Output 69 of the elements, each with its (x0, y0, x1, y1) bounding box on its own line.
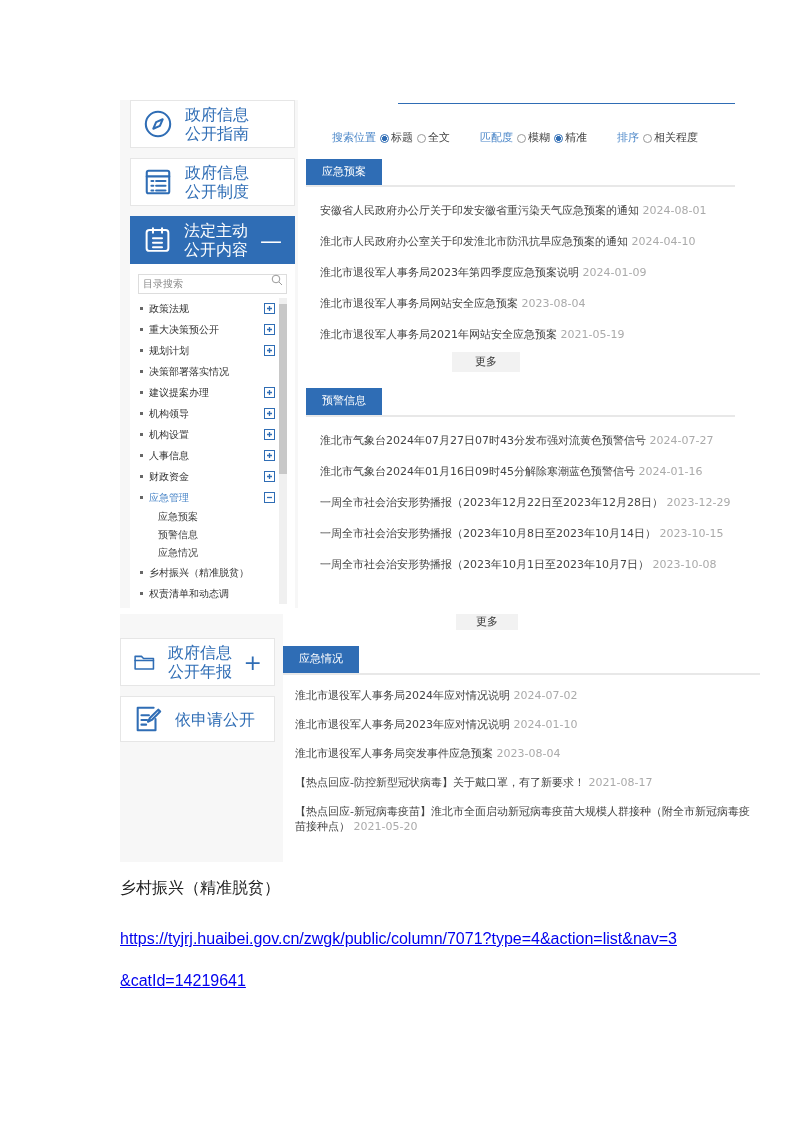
more-button[interactable]: 更多 (455, 614, 518, 630)
radio-option[interactable]: 相关程度 (643, 130, 698, 147)
tree-item[interactable]: 应急管理 (149, 490, 258, 505)
list-item-link[interactable]: 安徽省人民政府办公厅关于印发安徽省重污染天气应急预案的通知 2024-08-01 (320, 195, 735, 226)
filter-label: 排序 (617, 130, 639, 146)
sidebar-card[interactable]: 政府信息 公开制度 (130, 158, 295, 206)
toggle-sign[interactable]: + (243, 645, 262, 679)
search-field[interactable]: 目录搜索 (138, 273, 287, 294)
list-item-link[interactable]: 淮北市退役军人事务局2021年网站安全应急预案 2021-05-19 (320, 319, 735, 350)
section-tab[interactable]: 应急预案 (306, 158, 382, 185)
tree-item[interactable]: 规划计划 (149, 343, 258, 358)
filter-label: 匹配度 (480, 130, 513, 146)
compass-icon (143, 109, 173, 139)
section-tab[interactable]: 预警信息 (306, 388, 382, 415)
radio-option[interactable]: 标题 (380, 130, 413, 147)
sidebar-card[interactable]: 政府信息 公开指南 (130, 100, 295, 148)
list-item-link[interactable]: 【热点回应-防控新型冠状病毒】关于戴口罩，有了新要求！ 2021-08-17 (295, 767, 754, 797)
list-item-link[interactable]: 淮北市气象台2024年01月16日09时45分解除寒潮蓝色预警信号 2024-01-16 (320, 455, 735, 487)
list-item-link[interactable]: 淮北市人民政府办公室关于印发淮北市防汛抗旱应急预案的通知 2024-04-10 (320, 226, 735, 257)
tree-item[interactable]: 建议提案办理 (149, 385, 258, 400)
list-item-link[interactable]: 淮北市退役军人事务局2024年应对情况说明 2024-07-02 (295, 680, 754, 710)
card-title: 政府信息 公开指南 (185, 105, 250, 143)
tree-item[interactable]: 机构设置 (149, 427, 258, 442)
tree-item[interactable]: 重大决策预公开 (149, 322, 258, 337)
url-link[interactable]: https://tyjrj.huaibei.gov.cn/zwgk/public/column/7071?type=4&action=list&nav=3&catId=14219641 (120, 918, 680, 1002)
list-item-link[interactable]: 一周全市社会治安形势播报（2023年12月22日至2023年12月28日） 2023-12-29 (320, 486, 735, 518)
tree-item[interactable]: 权责清单和动态调 (149, 586, 275, 601)
card-title: 政府信息 公开年报 (167, 643, 232, 681)
clipboard-icon (143, 225, 172, 255)
expand-icon[interactable] (264, 471, 275, 482)
tree-subitem[interactable]: 应急情况 (138, 544, 275, 562)
list-item-link[interactable]: 淮北市退役军人事务局突发事件应急预案 2023-08-04 (295, 738, 754, 768)
card-title: 政府信息 公开制度 (185, 163, 250, 201)
card-title: 依申请公开 (175, 709, 256, 729)
list-item-link[interactable]: 淮北市气象台2024年07月27日07时43分发布强对流黄色预警信号 2024-07-27 (320, 424, 735, 456)
list-item-link[interactable]: 一周全市社会治安形势播报（2023年10月1日至2023年10月7日） 2023-10-08 (320, 548, 735, 580)
card-title: 法定主动 公开内容 (184, 221, 248, 259)
list-icon (143, 167, 173, 197)
document-heading: 乡村振兴（精准脱贫） (120, 878, 281, 898)
tree-subitem[interactable]: 预警信息 (138, 526, 275, 544)
tree-item[interactable]: 人事信息 (149, 448, 258, 463)
expand-icon[interactable] (264, 345, 275, 356)
tree-subitem[interactable]: 应急预案 (138, 508, 275, 526)
radio-option[interactable]: 模糊 (517, 130, 550, 147)
radio-option[interactable]: 精准 (554, 130, 587, 147)
list-item-link[interactable]: 【热点回应-新冠病毒疫苗】淮北市全面启动新冠病毒疫苗大规模人群接种（附全市新冠病毒疫苗接种点） 2021-05-20 (295, 796, 754, 841)
tree-item[interactable]: 乡村振兴（精准脱贫） (149, 565, 275, 580)
expand-icon[interactable] (264, 429, 275, 440)
sidebar-card[interactable]: 依申请公开 (120, 696, 275, 742)
expand-icon[interactable] (264, 303, 275, 314)
tree-item[interactable]: 政策法规 (149, 301, 258, 316)
tree-item[interactable]: 财政资金 (149, 469, 258, 484)
section-tab[interactable]: 应急情况 (283, 646, 359, 673)
expand-icon[interactable] (264, 387, 275, 398)
list-item-link[interactable]: 淮北市退役军人事务局2023年应对情况说明 2024-01-10 (295, 709, 754, 739)
collapse-icon[interactable] (264, 492, 275, 503)
list-item-link[interactable]: 一周全市社会治安形势播报（2023年10月8日至2023年10月14日） 2023-10-15 (320, 517, 735, 549)
list-item-link[interactable]: 淮北市退役军人事务局网站安全应急预案 2023-08-04 (320, 288, 735, 319)
list-item-link[interactable]: 淮北市退役军人事务局2023年第四季度应急预案说明 2024-01-09 (320, 257, 735, 288)
more-button[interactable]: 更多 (451, 352, 520, 372)
tree-item[interactable]: 决策部署落实情况 (149, 364, 275, 379)
expand-icon[interactable] (264, 324, 275, 335)
tree-item[interactable]: 机构领导 (149, 406, 258, 421)
scrollbar[interactable] (279, 298, 287, 604)
radio-option[interactable]: 全文 (417, 130, 450, 147)
expand-icon[interactable] (264, 450, 275, 461)
filter-label: 搜索位置 (332, 130, 376, 146)
toggle-sign[interactable]: — (260, 223, 282, 257)
expand-icon[interactable] (264, 408, 275, 419)
